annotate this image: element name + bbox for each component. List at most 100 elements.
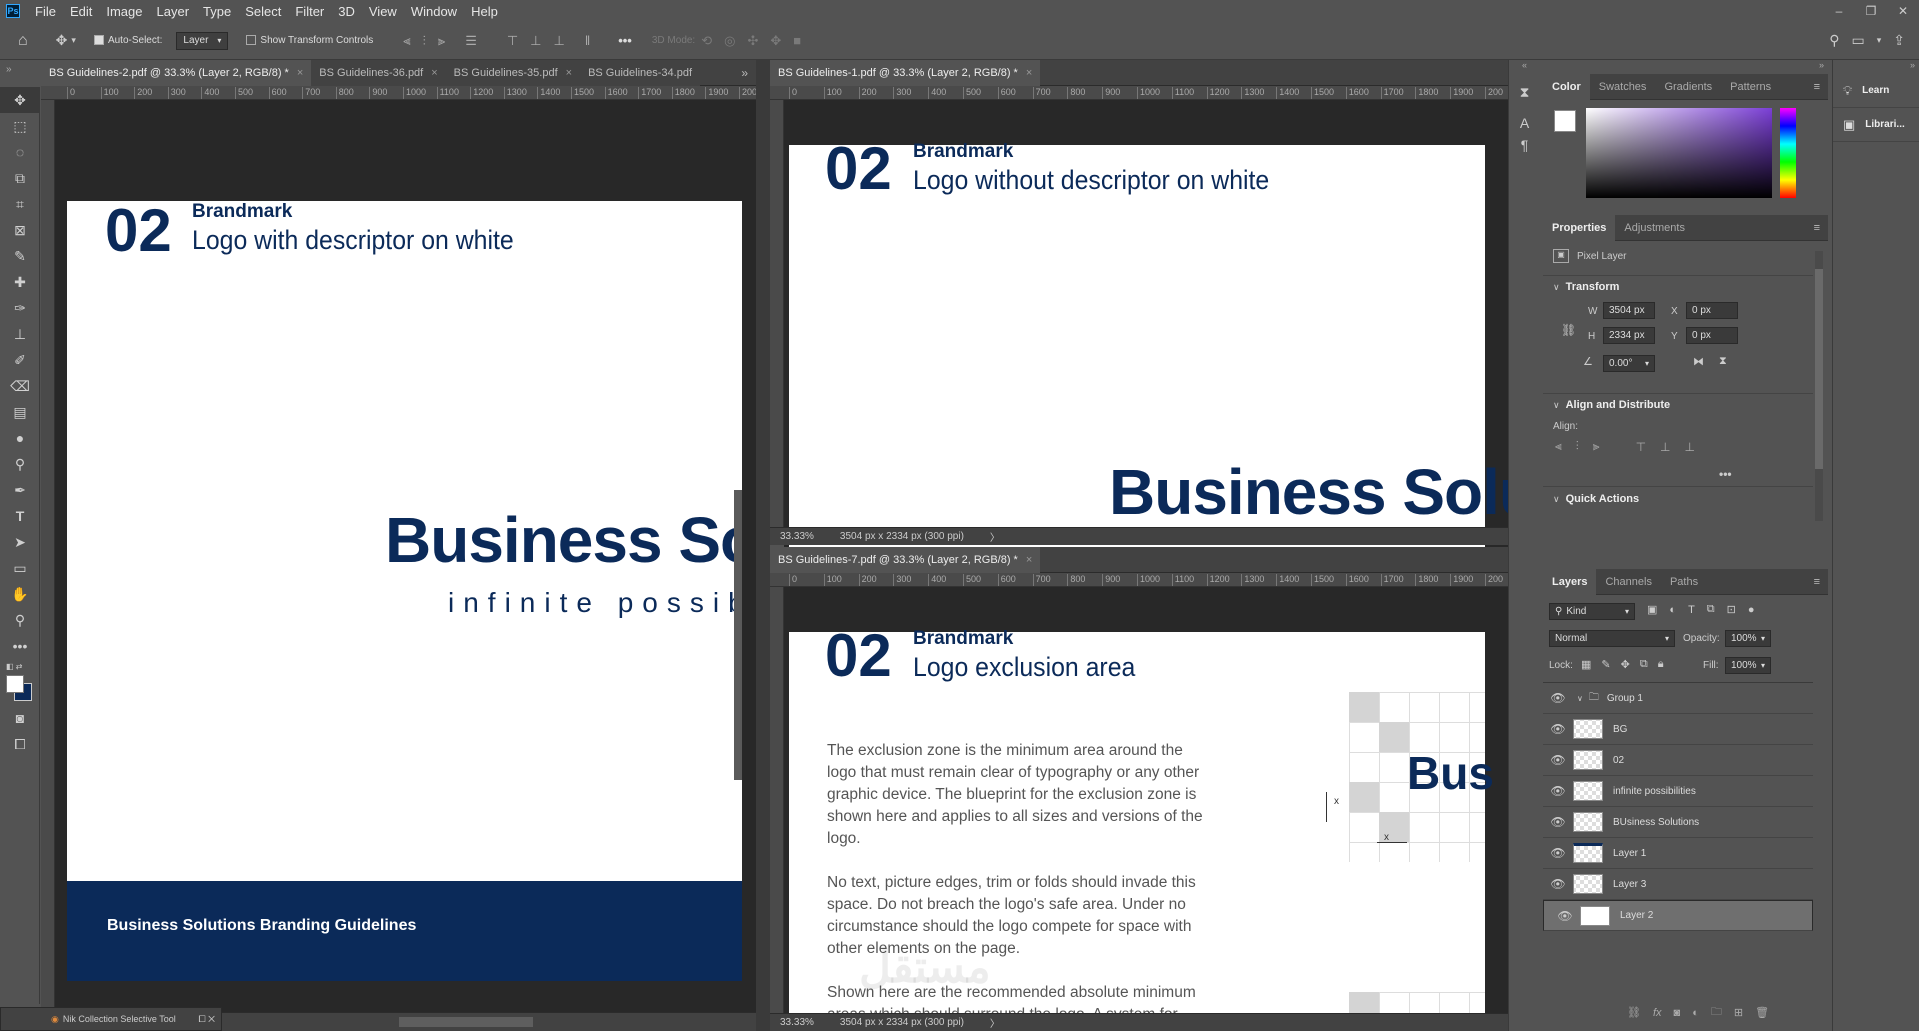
layer-2[interactable]: 👁︎ Layer 2 <box>1543 900 1813 931</box>
new-layer-icon[interactable]: ⊞ <box>1734 1006 1743 1019</box>
history-brush-icon[interactable]: ✐ <box>0 347 40 373</box>
auto-select-dropdown[interactable]: Layer ▾ <box>176 31 229 50</box>
fx-icon[interactable]: fx <box>1653 1007 1662 1019</box>
adjustment-layer-icon[interactable]: ◐ <box>1692 1007 1699 1019</box>
lock-pixels-icon[interactable]: ✎ <box>1601 658 1610 671</box>
tab-properties[interactable]: Properties <box>1543 214 1616 241</box>
tab-layers[interactable]: Layers <box>1543 568 1597 595</box>
distribute-icon[interactable]: ☰ <box>465 33 477 49</box>
vertical-scrollbar[interactable] <box>734 490 742 780</box>
tab-paths[interactable]: Paths <box>1661 569 1707 595</box>
3d-roll-icon[interactable]: ◎ <box>724 33 735 49</box>
hue-slider[interactable] <box>1780 108 1796 198</box>
menu-edit[interactable]: Edit <box>63 4 99 19</box>
chevron-down-icon[interactable]: ∨ <box>1577 694 1583 703</box>
chevron-right-icon[interactable]: 〉 <box>990 1015 1000 1030</box>
align-top-icon[interactable]: ⊤ <box>507 33 518 49</box>
visibility-eye-icon[interactable]: 👁︎ <box>1543 877 1573 891</box>
chevron-down-icon[interactable]: ▾ <box>1877 35 1882 46</box>
filter-adjustment-icon[interactable]: ◐ <box>1669 604 1676 616</box>
menu-layer[interactable]: Layer <box>150 4 197 19</box>
toolbar-collapse-icon[interactable]: » <box>0 60 40 87</box>
transform-controls-checkbox[interactable]: Show Transform Controls <box>246 35 373 46</box>
blend-mode-dropdown[interactable]: Normal ▾ <box>1549 630 1675 647</box>
lock-transparent-icon[interactable]: ▦ <box>1581 658 1591 671</box>
tab-channels[interactable]: Channels <box>1596 569 1660 595</box>
gradient-tool-icon[interactable]: ▤ <box>0 399 40 425</box>
layer-1[interactable]: 👁︎ Layer 1 <box>1543 838 1813 869</box>
align-right-icon[interactable]: ⫸ <box>438 33 445 49</box>
align-bottom-icon[interactable]: ⊥ <box>554 33 565 49</box>
flip-vertical-icon[interactable]: ⧗ <box>1719 355 1727 368</box>
layer-business-solutions[interactable]: 👁︎ BUsiness Solutions <box>1543 807 1813 838</box>
libraries-panel-button[interactable]: ▣ Librari... <box>1833 108 1919 142</box>
close-tab-icon[interactable]: × <box>431 67 437 79</box>
link-layers-icon[interactable]: ⛓ <box>1627 1006 1641 1019</box>
menu-image[interactable]: Image <box>99 4 149 19</box>
delete-layer-icon[interactable]: 🗑︎ <box>1755 1006 1769 1019</box>
align-center-icon[interactable]: ⫶ <box>423 33 426 49</box>
visibility-eye-icon[interactable]: 👁︎ <box>1543 691 1573 705</box>
collapse-panels-icon[interactable]: « <box>1509 60 1540 74</box>
menu-filter[interactable]: Filter <box>288 4 331 19</box>
close-tab-icon[interactable]: × <box>1026 67 1032 79</box>
visibility-eye-icon[interactable]: 👁︎ <box>1550 909 1580 923</box>
properties-scrollbar[interactable] <box>1815 251 1823 521</box>
y-field[interactable]: 0 px <box>1686 327 1738 344</box>
link-icon[interactable]: ⛓ <box>1561 323 1576 337</box>
marquee-tool-icon[interactable]: ⬚ <box>0 113 40 139</box>
tab-swatches[interactable]: Swatches <box>1590 74 1656 100</box>
layer-filter-dropdown[interactable]: ⚲ Kind ▾ <box>1549 603 1635 620</box>
add-mask-icon[interactable]: ◙ <box>1674 1007 1681 1019</box>
flip-horizontal-icon[interactable]: ⧓ <box>1693 355 1704 368</box>
close-tab-icon[interactable]: × <box>566 67 572 79</box>
canvas-area[interactable]: 02 Brandmark Logo without descriptor on … <box>784 140 1508 567</box>
align-vertical-centers-icon[interactable]: ⊥ <box>1660 440 1670 454</box>
3d-slide-icon[interactable]: ✥ <box>770 33 781 49</box>
chevron-down-icon[interactable]: ▾ <box>71 35 76 46</box>
menu-window[interactable]: Window <box>404 4 464 19</box>
collapse-icon[interactable]: » <box>1833 60 1919 74</box>
filter-shape-icon[interactable]: ⧉ <box>1707 603 1715 616</box>
panel-menu-icon[interactable]: ≡ <box>1814 576 1820 588</box>
zoom-level[interactable]: 33.33% <box>780 531 814 542</box>
close-tab-icon[interactable]: × <box>297 67 303 79</box>
tab-bs-guidelines-7[interactable]: BS Guidelines-7.pdf @ 33.3% (Layer 2, RG… <box>770 546 1041 573</box>
close-tab-icon[interactable]: × <box>1026 554 1032 566</box>
distribute-vertical-icon[interactable]: ‖ <box>585 33 590 48</box>
3d-pan-icon[interactable]: ✣ <box>747 33 758 49</box>
blur-tool-icon[interactable]: ● <box>0 425 40 451</box>
eyedropper-tool-icon[interactable]: ✎ <box>0 243 40 269</box>
frame-tool-icon[interactable]: ⊠ <box>0 217 40 243</box>
layer-infinite-possibilities[interactable]: 👁︎ infinite possibilities <box>1543 776 1813 807</box>
eraser-tool-icon[interactable]: ⌫ <box>0 373 40 399</box>
menu-view[interactable]: View <box>362 4 404 19</box>
pane-divider[interactable] <box>756 60 770 1031</box>
paragraph-icon[interactable]: ¶ <box>1509 137 1540 153</box>
3d-camera-icon[interactable]: ■ <box>793 33 801 48</box>
layer-bg[interactable]: 👁︎ BG <box>1543 714 1813 745</box>
align-horizontal-centers-icon[interactable]: ⫶ <box>1576 439 1579 454</box>
filter-toggle-icon[interactable]: ● <box>1748 604 1755 616</box>
visibility-eye-icon[interactable]: 👁︎ <box>1543 784 1573 798</box>
canvas-area[interactable]: 02 Brandmark Logo with descriptor on whi… <box>55 140 742 1031</box>
healing-brush-icon[interactable]: ✚ <box>0 269 40 295</box>
auto-select-checkbox[interactable]: Auto-Select: <box>93 35 162 46</box>
layer-02[interactable]: 👁︎ 02 <box>1543 745 1813 776</box>
rectangle-tool-icon[interactable]: ▭ <box>0 555 40 581</box>
more-options-icon[interactable]: ••• <box>618 33 632 48</box>
pen-tool-icon[interactable]: ✒ <box>0 477 40 503</box>
visibility-eye-icon[interactable]: 👁︎ <box>1543 815 1573 829</box>
visibility-eye-icon[interactable]: 👁︎ <box>1543 722 1573 736</box>
color-field[interactable] <box>1586 108 1772 198</box>
workspace-icon[interactable]: ▭ <box>1852 32 1865 49</box>
filter-type-icon[interactable]: T <box>1688 604 1695 616</box>
crop-tool-icon[interactable]: ⌗ <box>0 191 40 217</box>
minimize-icon[interactable]: – <box>1823 4 1855 18</box>
angle-field[interactable]: 0.00° ▾ <box>1603 355 1655 372</box>
lock-position-icon[interactable]: ✥ <box>1621 658 1630 671</box>
tab-bs-guidelines-1[interactable]: BS Guidelines-1.pdf @ 33.3% (Layer 2, RG… <box>770 59 1041 86</box>
transform-section[interactable]: ∨ Transform <box>1553 281 1619 293</box>
layer-3[interactable]: 👁︎ Layer 3 <box>1543 869 1813 900</box>
layer-group-1[interactable]: 👁︎ ∨ 🗀︎ Group 1 <box>1543 683 1813 714</box>
